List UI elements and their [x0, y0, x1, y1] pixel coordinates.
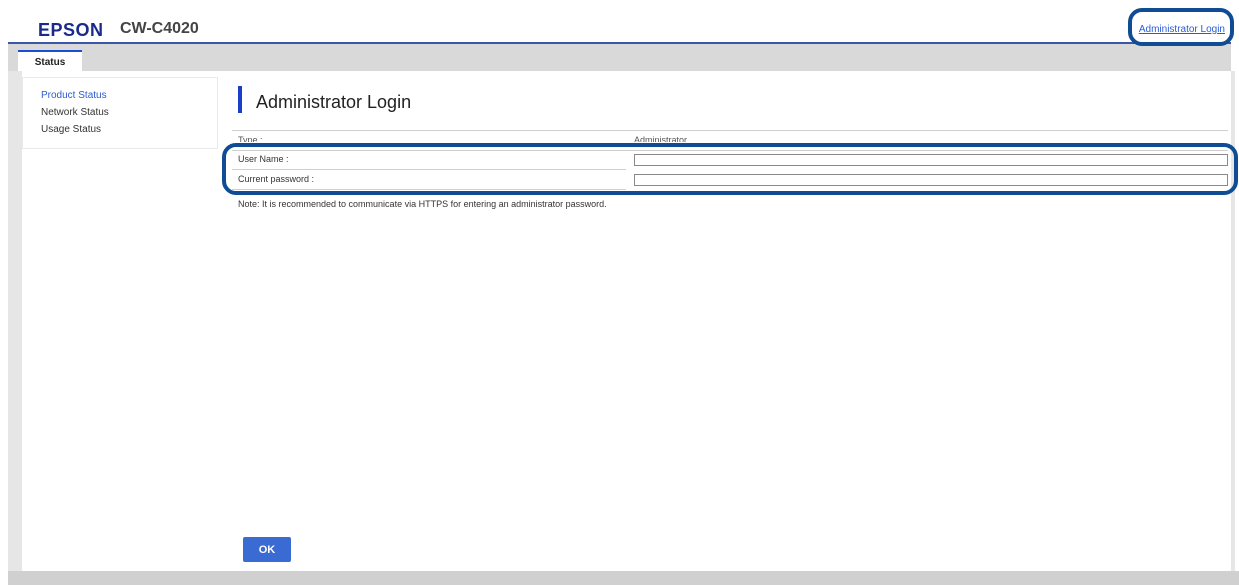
- footer-bar: [8, 571, 1239, 585]
- header-bar: EPSON CW-C4020 Administrator Login: [0, 0, 1239, 44]
- current-password-input[interactable]: [634, 174, 1228, 186]
- printer-model-name: CW-C4020: [120, 20, 199, 37]
- epson-logo: EPSON: [38, 20, 104, 40]
- administrator-login-link[interactable]: Administrator Login: [1139, 24, 1225, 35]
- left-margin-strip: [8, 71, 22, 571]
- user-name-label: User Name :: [238, 154, 289, 164]
- sidebar-item-product-status[interactable]: Product Status: [41, 90, 107, 101]
- sidebar-menu: Product Status Network Status Usage Stat…: [22, 77, 218, 149]
- type-value: Administrator: [634, 135, 688, 142]
- user-name-input[interactable]: [634, 154, 1228, 166]
- page-title: Administrator Login: [256, 92, 412, 112]
- tab-bar: Status: [8, 44, 1231, 73]
- title-accent-bar: [238, 86, 242, 113]
- ok-button[interactable]: OK: [243, 537, 291, 562]
- current-password-label: Current password :: [238, 174, 315, 184]
- table-rule: [232, 169, 626, 170]
- type-label: Type :: [238, 135, 263, 142]
- table-rule: [232, 189, 626, 190]
- sidebar-item-network-status[interactable]: Network Status: [41, 107, 109, 118]
- https-note: Note: It is recommended to communicate v…: [238, 199, 607, 209]
- sidebar-item-usage-status[interactable]: Usage Status: [41, 124, 101, 135]
- table-top-rule: [232, 130, 1228, 131]
- right-margin-strip: [1231, 71, 1235, 571]
- table-rule: [232, 150, 1228, 151]
- tab-status[interactable]: Status: [18, 50, 82, 73]
